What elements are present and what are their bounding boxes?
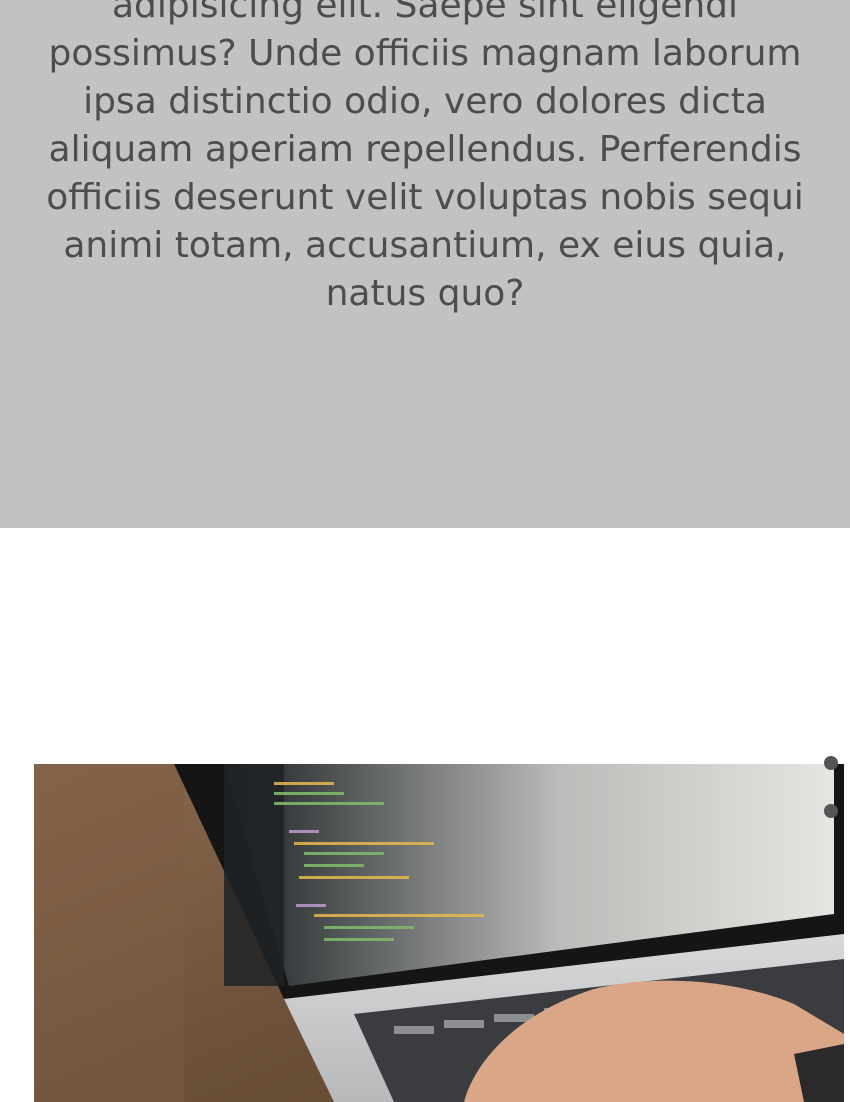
hero-paragraph: adipisicing elit. Saepe sint eligendi po… xyxy=(46,0,804,314)
pagination-dot-2[interactable] xyxy=(824,804,838,818)
hero-section: adipisicing elit. Saepe sint eligendi po… xyxy=(0,0,850,528)
laptop-code-photo xyxy=(34,764,844,1102)
pagination-dot-1[interactable] xyxy=(824,756,838,770)
